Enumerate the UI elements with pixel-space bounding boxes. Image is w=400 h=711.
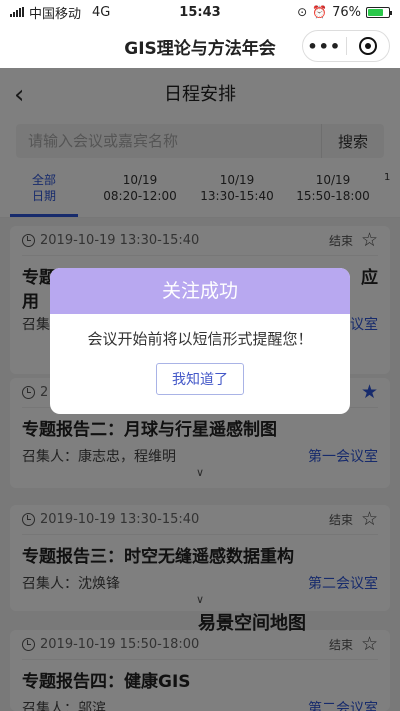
rotation-lock-icon: ⊙ [297,5,308,19]
got-it-button[interactable]: 我知道了 [156,363,244,395]
carrier: 中国移动 [29,6,82,22]
follow-success-dialog: 关注成功 会议开始前将以短信形式提醒您！ 我知道了 [50,268,350,414]
clock-time: 15:43 [179,4,221,20]
signal-icon [10,7,24,17]
close-mini-program-button[interactable] [347,37,390,55]
mini-program-title: GIS理论与方法年会 [124,38,276,59]
status-bar: 中国移动 4G 15:43 ⊙ ⏰ 76% [0,0,400,24]
network-type: 4G [92,4,111,20]
dialog-title: 关注成功 [50,268,350,314]
capsule-menu: ••• [302,30,390,62]
battery-percent: 76% [332,4,361,20]
watermark-text: 易景空间地图 [198,613,306,634]
more-icon[interactable]: ••• [303,37,346,56]
battery-icon [366,6,392,18]
alarm-icon: ⏰ [312,5,328,19]
mini-program-nav: GIS理论与方法年会 ••• [0,24,400,68]
record-circle-icon [358,37,377,55]
dialog-message: 会议开始前将以短信形式提醒您！ [87,330,313,348]
